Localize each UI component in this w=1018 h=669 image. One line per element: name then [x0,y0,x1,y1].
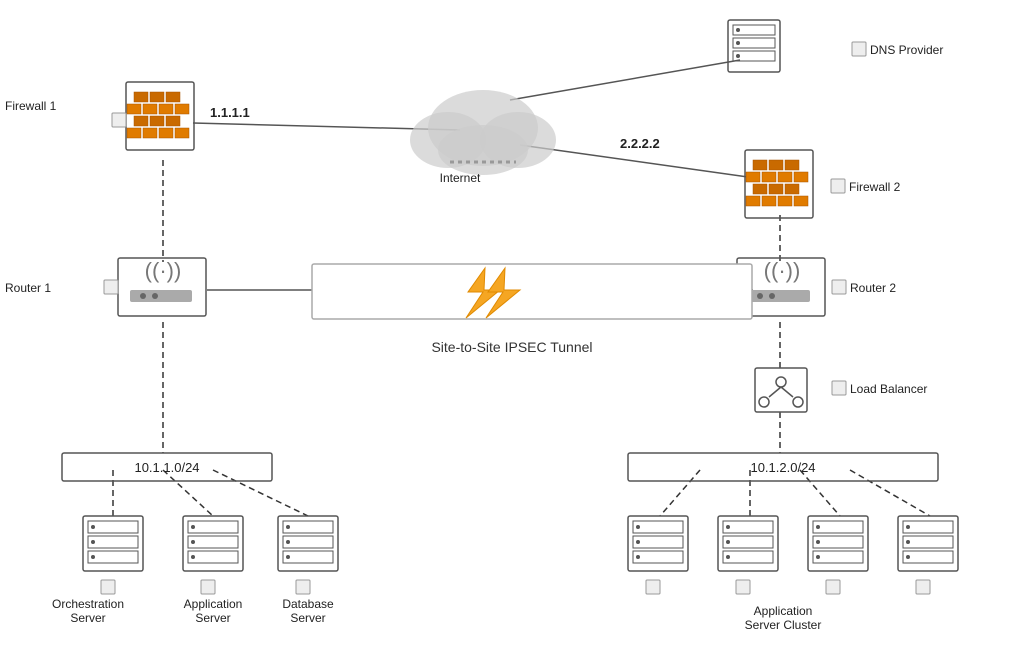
cluster-server1-node [628,516,688,594]
svg-text:10.1.2.0/24: 10.1.2.0/24 [750,460,815,475]
cluster-server4-node [898,516,958,594]
svg-text:Internet: Internet [440,171,481,185]
cluster-server3-node [808,516,868,594]
svg-text:1.1.1.1: 1.1.1.1 [210,105,250,120]
svg-text:Application: Application [754,604,813,618]
svg-text:DNS Provider: DNS Provider [870,43,943,57]
svg-text:Orchestration: Orchestration [52,597,124,611]
internet-node: Internet [410,90,556,185]
svg-text:Server: Server [195,611,230,625]
dns-node: DNS Provider [728,20,943,72]
cluster-server2-node [718,516,778,594]
svg-text:Firewall 1: Firewall 1 [5,99,57,113]
svg-text:Server: Server [290,611,325,625]
svg-text:Router 2: Router 2 [850,281,896,295]
router1-node: ((·)) Router 1 [5,258,206,316]
svg-text:10.1.1.0/24: 10.1.1.0/24 [134,460,199,475]
firewall2-node: Firewall 2 [745,150,901,218]
orchestration-server-node: Orchestration Server [52,516,143,625]
tunnel-node: Site-to-Site IPSEC Tunnel [312,264,752,355]
svg-text:Load Balancer: Load Balancer [850,382,927,396]
svg-text:Application: Application [184,597,243,611]
appserver-node: Application Server [183,516,243,625]
router2-node: ((·)) Router 2 [737,258,896,316]
firewall1-node: Firewall 1 [5,82,194,150]
svg-text:Database: Database [282,597,334,611]
subnet2-node: 10.1.2.0/24 [628,453,938,481]
database-server-node: Database Server [278,516,338,625]
svg-text:Server: Server [70,611,105,625]
svg-text:Firewall 2: Firewall 2 [849,180,901,194]
subnet1-node: 10.1.1.0/24 [62,453,272,481]
svg-text:2.2.2.2: 2.2.2.2 [620,136,660,151]
svg-text:Site-to-Site IPSEC Tunnel: Site-to-Site IPSEC Tunnel [431,339,592,355]
loadbalancer-node: Load Balancer [755,368,927,412]
svg-text:Server Cluster: Server Cluster [745,618,822,632]
svg-text:Router 1: Router 1 [5,281,51,295]
svg-text:((·)): ((·)) [145,258,182,283]
svg-text:((·)): ((·)) [764,258,801,283]
